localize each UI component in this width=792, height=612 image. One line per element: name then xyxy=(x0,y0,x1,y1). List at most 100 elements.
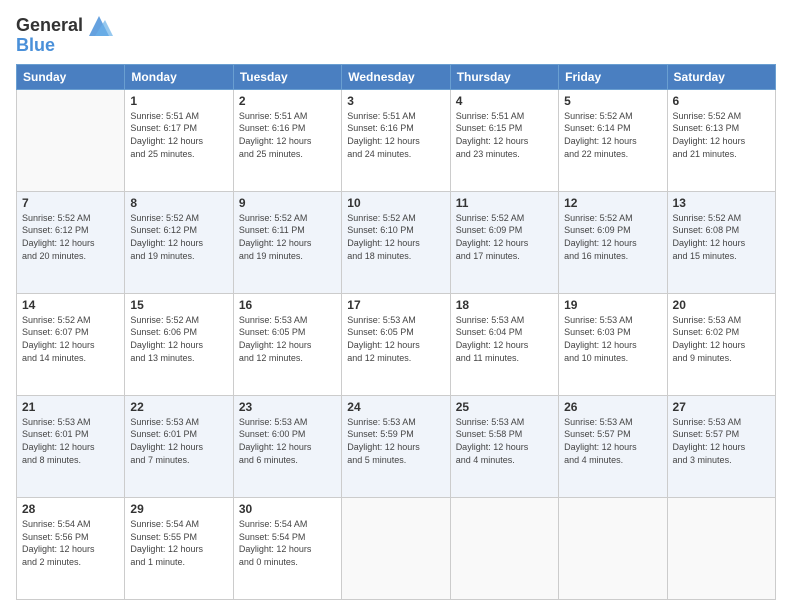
day-number: 14 xyxy=(22,298,119,312)
calendar-cell: 28Sunrise: 5:54 AM Sunset: 5:56 PM Dayli… xyxy=(17,497,125,599)
day-number: 29 xyxy=(130,502,227,516)
weekday-header-wednesday: Wednesday xyxy=(342,64,450,89)
day-number: 20 xyxy=(673,298,770,312)
calendar-cell: 9 Sunrise: 5:52 AM Sunset: 6:11 PM Daylig… xyxy=(233,191,341,293)
calendar-cell: 4 Sunrise: 5:51 AM Sunset: 6:15 PM Daylig… xyxy=(450,89,558,191)
day-number: 12 xyxy=(564,196,661,210)
day-info: Sunrise: 5:54 AM Sunset: 5:54 PM Dayligh… xyxy=(239,518,336,568)
day-number: 2 xyxy=(239,94,336,108)
day-info: Sunrise: 5:53 AM Sunset: 5:59 PM Dayligh… xyxy=(347,416,444,466)
day-info: Sunrise: 5:52 AM Sunset: 6:06 PM Dayligh… xyxy=(130,314,227,364)
day-number: 26 xyxy=(564,400,661,414)
page: General Blue SundayMondayTuesdayWednesda… xyxy=(0,0,792,612)
day-info: Sunrise: 5:53 AM Sunset: 6:01 PM Dayligh… xyxy=(22,416,119,466)
day-info: Sunrise: 5:53 AM Sunset: 6:02 PM Dayligh… xyxy=(673,314,770,364)
calendar-cell: 11 Sunrise: 5:52 AM Sunset: 6:09 PM Dayli… xyxy=(450,191,558,293)
logo: General Blue xyxy=(16,12,113,56)
day-info: Sunrise: 5:52 AM Sunset: 6:12 PM Dayligh… xyxy=(130,212,227,262)
day-info: Sunrise: 5:53 AM Sunset: 6:05 PM Dayligh… xyxy=(347,314,444,364)
calendar-cell: 7 Sunrise: 5:52 AM Sunset: 6:12 PM Daylig… xyxy=(17,191,125,293)
day-info: Sunrise: 5:52 AM Sunset: 6:07 PM Dayligh… xyxy=(22,314,119,364)
day-info: Sunrise: 5:52 AM Sunset: 6:10 PM Dayligh… xyxy=(347,212,444,262)
calendar-cell: 6 Sunrise: 5:52 AM Sunset: 6:13 PM Daylig… xyxy=(667,89,775,191)
calendar-cell xyxy=(559,497,667,599)
weekday-header-friday: Friday xyxy=(559,64,667,89)
calendar-cell: 16 Sunrise: 5:53 AM Sunset: 6:05 PM Dayli… xyxy=(233,293,341,395)
calendar-cell: 20 Sunrise: 5:53 AM Sunset: 6:02 PM Dayli… xyxy=(667,293,775,395)
day-number: 11 xyxy=(456,196,553,210)
weekday-header-thursday: Thursday xyxy=(450,64,558,89)
day-info: Sunrise: 5:53 AM Sunset: 6:03 PM Dayligh… xyxy=(564,314,661,364)
day-number: 27 xyxy=(673,400,770,414)
day-info: Sunrise: 5:51 AM Sunset: 6:17 PM Dayligh… xyxy=(130,110,227,160)
day-info: Sunrise: 5:53 AM Sunset: 6:01 PM Dayligh… xyxy=(130,416,227,466)
logo-general: General xyxy=(16,16,83,36)
calendar-cell: 29 Sunrise: 5:54 AM Sunset: 5:55 PM Dayli… xyxy=(125,497,233,599)
day-number: 18 xyxy=(456,298,553,312)
day-info: Sunrise: 5:53 AM Sunset: 5:58 PM Dayligh… xyxy=(456,416,553,466)
weekday-header-tuesday: Tuesday xyxy=(233,64,341,89)
day-info: Sunrise: 5:52 AM Sunset: 6:11 PM Dayligh… xyxy=(239,212,336,262)
calendar-cell: 13Sunrise: 5:52 AM Sunset: 6:08 PM Dayli… xyxy=(667,191,775,293)
day-info: Sunrise: 5:53 AM Sunset: 5:57 PM Dayligh… xyxy=(564,416,661,466)
calendar-cell: 19 Sunrise: 5:53 AM Sunset: 6:03 PM Dayli… xyxy=(559,293,667,395)
day-number: 13 xyxy=(673,196,770,210)
day-info: Sunrise: 5:51 AM Sunset: 6:15 PM Dayligh… xyxy=(456,110,553,160)
calendar-week-row: 7 Sunrise: 5:52 AM Sunset: 6:12 PM Daylig… xyxy=(17,191,776,293)
day-number: 25 xyxy=(456,400,553,414)
calendar-cell xyxy=(667,497,775,599)
calendar-cell: 25 Sunrise: 5:53 AM Sunset: 5:58 PM Dayli… xyxy=(450,395,558,497)
logo-icon xyxy=(85,12,113,40)
calendar-cell: 5Sunrise: 5:52 AM Sunset: 6:14 PM Daylig… xyxy=(559,89,667,191)
weekday-header-saturday: Saturday xyxy=(667,64,775,89)
day-info: Sunrise: 5:52 AM Sunset: 6:13 PM Dayligh… xyxy=(673,110,770,160)
calendar-cell: 23 Sunrise: 5:53 AM Sunset: 6:00 PM Dayli… xyxy=(233,395,341,497)
day-number: 1 xyxy=(130,94,227,108)
day-number: 22 xyxy=(130,400,227,414)
calendar-cell: 24 Sunrise: 5:53 AM Sunset: 5:59 PM Dayli… xyxy=(342,395,450,497)
header: General Blue xyxy=(16,12,776,56)
calendar-cell: 21 Sunrise: 5:53 AM Sunset: 6:01 PM Dayli… xyxy=(17,395,125,497)
day-number: 21 xyxy=(22,400,119,414)
day-info: Sunrise: 5:54 AM Sunset: 5:55 PM Dayligh… xyxy=(130,518,227,568)
calendar-cell: 26 Sunrise: 5:53 AM Sunset: 5:57 PM Dayli… xyxy=(559,395,667,497)
calendar-cell xyxy=(342,497,450,599)
day-number: 17 xyxy=(347,298,444,312)
calendar-cell: 15Sunrise: 5:52 AM Sunset: 6:06 PM Dayli… xyxy=(125,293,233,395)
day-info: Sunrise: 5:52 AM Sunset: 6:09 PM Dayligh… xyxy=(456,212,553,262)
calendar-cell: 14 Sunrise: 5:52 AM Sunset: 6:07 PM Dayli… xyxy=(17,293,125,395)
calendar-cell: 1 Sunrise: 5:51 AM Sunset: 6:17 PM Daylig… xyxy=(125,89,233,191)
day-number: 24 xyxy=(347,400,444,414)
day-number: 19 xyxy=(564,298,661,312)
weekday-header-row: SundayMondayTuesdayWednesdayThursdayFrid… xyxy=(17,64,776,89)
logo-blue: Blue xyxy=(16,36,55,56)
day-info: Sunrise: 5:52 AM Sunset: 6:14 PM Dayligh… xyxy=(564,110,661,160)
day-number: 3 xyxy=(347,94,444,108)
day-number: 28 xyxy=(22,502,119,516)
weekday-header-sunday: Sunday xyxy=(17,64,125,89)
weekday-header-monday: Monday xyxy=(125,64,233,89)
calendar-cell: 10 Sunrise: 5:52 AM Sunset: 6:10 PM Dayli… xyxy=(342,191,450,293)
day-info: Sunrise: 5:52 AM Sunset: 6:12 PM Dayligh… xyxy=(22,212,119,262)
day-info: Sunrise: 5:51 AM Sunset: 6:16 PM Dayligh… xyxy=(239,110,336,160)
calendar-cell xyxy=(450,497,558,599)
day-number: 30 xyxy=(239,502,336,516)
calendar-table: SundayMondayTuesdayWednesdayThursdayFrid… xyxy=(16,64,776,600)
day-number: 10 xyxy=(347,196,444,210)
calendar-cell: 12Sunrise: 5:52 AM Sunset: 6:09 PM Dayli… xyxy=(559,191,667,293)
day-number: 7 xyxy=(22,196,119,210)
calendar-cell: 27 Sunrise: 5:53 AM Sunset: 5:57 PM Dayli… xyxy=(667,395,775,497)
day-number: 9 xyxy=(239,196,336,210)
calendar-cell: 17 Sunrise: 5:53 AM Sunset: 6:05 PM Dayli… xyxy=(342,293,450,395)
calendar-week-row: 21 Sunrise: 5:53 AM Sunset: 6:01 PM Dayli… xyxy=(17,395,776,497)
day-number: 16 xyxy=(239,298,336,312)
day-number: 23 xyxy=(239,400,336,414)
day-info: Sunrise: 5:53 AM Sunset: 6:04 PM Dayligh… xyxy=(456,314,553,364)
day-number: 6 xyxy=(673,94,770,108)
day-info: Sunrise: 5:53 AM Sunset: 6:00 PM Dayligh… xyxy=(239,416,336,466)
day-info: Sunrise: 5:53 AM Sunset: 5:57 PM Dayligh… xyxy=(673,416,770,466)
calendar-week-row: 14 Sunrise: 5:52 AM Sunset: 6:07 PM Dayli… xyxy=(17,293,776,395)
day-info: Sunrise: 5:53 AM Sunset: 6:05 PM Dayligh… xyxy=(239,314,336,364)
day-number: 4 xyxy=(456,94,553,108)
calendar-cell: 2 Sunrise: 5:51 AM Sunset: 6:16 PM Daylig… xyxy=(233,89,341,191)
